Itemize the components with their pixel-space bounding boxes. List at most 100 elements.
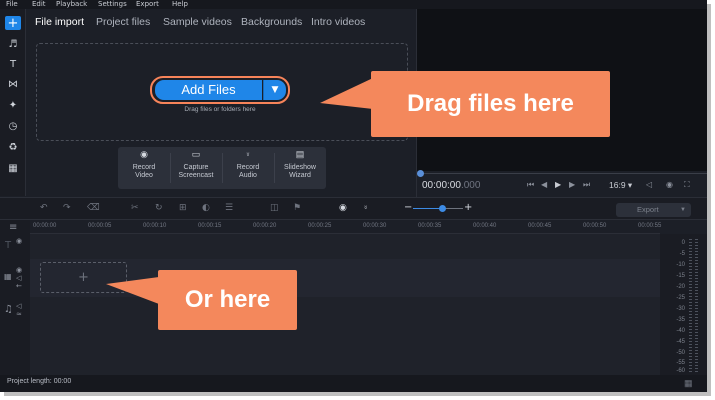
transitions-icon[interactable]: ⋈ bbox=[6, 77, 20, 91]
delete-icon[interactable]: ⌫ bbox=[87, 203, 100, 213]
ruler-tick-label: 00:00:35 bbox=[418, 223, 442, 229]
overlay-icon[interactable]: ◫ bbox=[270, 203, 279, 213]
clock-icon[interactable]: ◷ bbox=[6, 119, 20, 133]
redo-icon[interactable]: ↷ bbox=[63, 203, 71, 213]
fullscreen-icon[interactable]: ⛶ bbox=[684, 180, 690, 190]
menu-export[interactable]: Export bbox=[136, 0, 159, 9]
record-audio-button[interactable]: ⍤ Record Audio bbox=[222, 147, 274, 189]
meter-bar-right bbox=[695, 239, 698, 373]
zoom-out-icon[interactable]: − bbox=[404, 202, 412, 213]
seek-handle[interactable] bbox=[417, 170, 424, 177]
import-plus-button[interactable]: + bbox=[5, 16, 21, 31]
track-headers: ≡ T ◉ ▦ ◉ ◁ ← ♫ ◁ ≈ bbox=[0, 220, 30, 375]
link-icon[interactable]: ← bbox=[16, 282, 22, 290]
ruler-tick-label: 00:00:30 bbox=[363, 223, 387, 229]
screen-icon: ▭ bbox=[191, 149, 201, 159]
drag-hint: Drag files or folders here bbox=[184, 106, 256, 113]
eye-icon[interactable]: ◉ bbox=[16, 237, 22, 245]
menu-edit[interactable]: Edit bbox=[32, 0, 46, 9]
crop-icon[interactable]: ⊞ bbox=[179, 203, 187, 213]
speaker-icon[interactable]: ◁ bbox=[16, 274, 21, 282]
zoom-in-icon[interactable]: + bbox=[464, 202, 472, 213]
zoom-slider-handle[interactable] bbox=[439, 205, 446, 212]
tab-intro-videos[interactable]: Intro videos bbox=[311, 16, 365, 28]
ruler-tick-label: 00:00:15 bbox=[198, 223, 222, 229]
mic-icon: ⍤ bbox=[245, 149, 251, 159]
frame-forward-icon[interactable]: ▶ bbox=[569, 180, 575, 189]
text-icon[interactable]: T bbox=[6, 57, 20, 71]
ruler-tick-label: 00:00:20 bbox=[253, 223, 277, 229]
music-track-icon: ♫ bbox=[4, 304, 13, 315]
status-bar: Project length: 00:00 ▦ bbox=[0, 375, 707, 392]
add-files-button[interactable]: Add Files bbox=[155, 80, 262, 100]
eye-icon[interactable]: ◉ bbox=[16, 266, 22, 274]
player-timecode: 00:00:00.000 bbox=[422, 180, 481, 191]
volume-icon[interactable]: ◁ bbox=[646, 180, 652, 189]
menu-file[interactable]: File bbox=[6, 0, 18, 9]
marker-icon[interactable]: ⚑ bbox=[293, 203, 301, 213]
callout-drag-files: Drag files here bbox=[371, 71, 610, 137]
stickers-icon[interactable]: ♻ bbox=[6, 140, 20, 154]
frame-back-icon[interactable]: ◀ bbox=[541, 180, 547, 189]
clip-properties-icon[interactable]: ☰ bbox=[225, 203, 233, 213]
color-adjust-icon[interactable]: ◐ bbox=[202, 203, 210, 213]
tab-backgrounds[interactable]: Backgrounds bbox=[241, 16, 302, 28]
slideshow-wizard-button[interactable]: ▤ Slideshow Wizard bbox=[274, 147, 326, 189]
callout-or-here: Or here bbox=[158, 270, 297, 330]
menu-playback[interactable]: Playback bbox=[56, 0, 87, 9]
app-window: File Edit Playback Settings Export Help … bbox=[0, 0, 707, 392]
menu-help[interactable]: Help bbox=[172, 0, 188, 9]
rotate-icon[interactable]: ↻ bbox=[155, 203, 163, 213]
chevron-down-icon: ▼ bbox=[680, 207, 686, 213]
skip-end-icon[interactable]: ⏭ bbox=[583, 180, 590, 190]
chevron-down-icon[interactable]: ▼ bbox=[263, 80, 286, 100]
add-track-icon[interactable]: ≡ bbox=[9, 222, 17, 233]
text-track[interactable] bbox=[30, 234, 660, 259]
video-track-icon: ▦ bbox=[4, 272, 12, 281]
ruler-tick-label: 00:00:00 bbox=[33, 223, 57, 229]
meter-bar-left bbox=[689, 239, 692, 373]
ruler-tick-label: 00:00:50 bbox=[583, 223, 607, 229]
webcam-icon: ◉ bbox=[140, 149, 148, 159]
more-icon[interactable]: ▦ bbox=[6, 161, 20, 175]
ruler-tick-label: 00:00:45 bbox=[528, 223, 552, 229]
import-tabs: File import Project files Sample videos … bbox=[27, 9, 416, 34]
skip-start-icon[interactable]: ⏮ bbox=[527, 180, 534, 190]
ruler-tick-label: 00:00:55 bbox=[638, 223, 662, 229]
music-icon[interactable]: ♬ bbox=[6, 37, 20, 51]
cut-icon[interactable]: ✂ bbox=[131, 203, 139, 213]
aspect-ratio-select[interactable]: 16:9 ▾ bbox=[609, 180, 632, 191]
seek-bar[interactable] bbox=[421, 173, 707, 174]
menu-settings[interactable]: Settings bbox=[98, 0, 127, 9]
ruler-tick-label: 00:00:05 bbox=[88, 223, 112, 229]
tab-file-import[interactable]: File import bbox=[35, 16, 84, 28]
callout-drag-pointer bbox=[320, 78, 373, 109]
speaker-icon[interactable]: ◁ bbox=[16, 302, 21, 310]
record-video-button[interactable]: ◉ Record Video bbox=[118, 147, 170, 189]
export-button[interactable]: Export ▼ bbox=[616, 203, 691, 217]
voiceover-icon[interactable]: ⍤ bbox=[363, 203, 368, 213]
scale-icon[interactable]: ▦ bbox=[684, 378, 693, 389]
menu-bar: File Edit Playback Settings Export Help bbox=[0, 0, 707, 9]
tab-project-files[interactable]: Project files bbox=[96, 16, 150, 28]
magic-icon[interactable]: ✦ bbox=[6, 98, 20, 112]
audio-track[interactable] bbox=[30, 297, 660, 375]
capture-screencast-button[interactable]: ▭ Capture Screencast bbox=[170, 147, 222, 189]
undo-icon[interactable]: ↶ bbox=[40, 203, 48, 213]
callout-or-pointer bbox=[106, 277, 159, 304]
snapshot-icon[interactable]: ◉ bbox=[666, 180, 673, 189]
timeline-toolbar bbox=[0, 197, 707, 220]
mute-icon[interactable]: ≈ bbox=[16, 310, 22, 318]
record-toolbar: ◉ Record Video ▭ Capture Screencast ⍤ Re… bbox=[118, 147, 326, 189]
slideshow-icon: ▤ bbox=[295, 149, 305, 159]
tab-sample-videos[interactable]: Sample videos bbox=[163, 16, 232, 28]
text-track-icon: T bbox=[5, 240, 12, 251]
ruler-tick-label: 00:00:10 bbox=[143, 223, 167, 229]
play-icon[interactable]: ▶ bbox=[555, 180, 561, 189]
audio-level-meter: 0 -5 -10 -15 -20 -25 -30 -35 -40 -45 -50… bbox=[660, 234, 707, 375]
ruler-tick-label: 00:00:25 bbox=[308, 223, 332, 229]
timeline-ruler[interactable]: 00:00:00 00:00:05 00:00:10 00:00:15 00:0… bbox=[30, 220, 662, 234]
ruler-tick-label: 00:00:40 bbox=[473, 223, 497, 229]
project-length: Project length: 00:00 bbox=[7, 378, 72, 385]
webcam-record-icon[interactable]: ◉ bbox=[339, 203, 347, 213]
